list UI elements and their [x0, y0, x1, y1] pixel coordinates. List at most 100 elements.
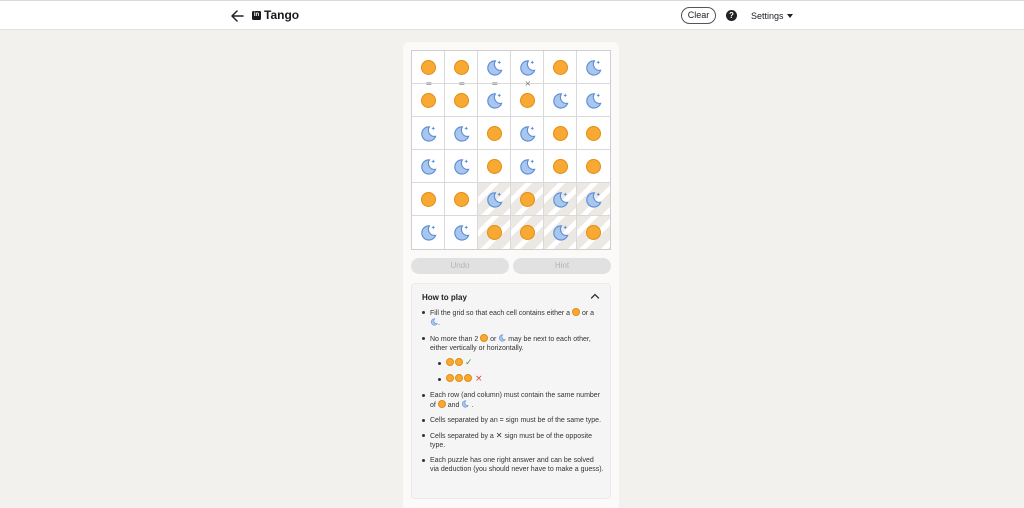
sun-icon [552, 158, 568, 174]
rules-list: Fill the grid so that each cell contains… [422, 308, 604, 480]
rule-unique: Each puzzle has one right answer and can… [422, 456, 604, 474]
moon-icon [499, 334, 507, 342]
moon-icon [584, 58, 603, 77]
grid-cell[interactable] [511, 183, 544, 216]
moon-icon [518, 157, 537, 176]
moon-icon [452, 223, 471, 242]
rule-equal-sign: Cells separated by an = sign must be of … [422, 416, 604, 425]
grid-cell[interactable] [544, 84, 577, 117]
grid-cell[interactable] [412, 117, 445, 150]
settings-menu[interactable]: Settings [751, 11, 793, 21]
moon-icon [584, 190, 603, 209]
sun-icon [519, 225, 535, 240]
undo-button[interactable]: Undo [411, 258, 509, 274]
game-title: Tango [264, 8, 300, 22]
sun-icon [420, 191, 436, 207]
sun-icon [420, 92, 436, 108]
sun-icon [486, 158, 502, 174]
sun-icon [486, 125, 502, 141]
grid-cell[interactable] [544, 183, 577, 216]
moon-icon [518, 58, 537, 77]
grid-cell[interactable] [412, 216, 445, 249]
sun-icon [446, 374, 454, 382]
tango-grid [411, 50, 611, 250]
grid-cell[interactable] [544, 216, 577, 249]
grid-cell[interactable] [577, 51, 610, 84]
grid-cell[interactable] [544, 51, 577, 84]
caret-down-icon [786, 14, 793, 18]
sun-icon [446, 358, 454, 366]
settings-label: Settings [751, 11, 784, 21]
sun-icon [480, 334, 489, 342]
check-icon: ✓ [465, 358, 473, 368]
sun-icon [572, 308, 581, 316]
sun-icon [586, 158, 601, 174]
equal-sign: = [458, 79, 466, 88]
moon-icon [551, 190, 570, 209]
how-to-play-heading: How to play [422, 293, 467, 302]
rule-cross-sign: Cells separated by a ✕ sign must be of t… [422, 431, 604, 450]
moon-icon [462, 400, 470, 408]
sun-icon [519, 191, 535, 207]
moon-icon [452, 124, 471, 143]
grid-cell[interactable] [412, 84, 445, 117]
clear-button[interactable]: Clear [681, 7, 716, 24]
rule-balance: Each row (and column) must contain the s… [422, 391, 604, 410]
grid-cell[interactable] [577, 84, 610, 117]
back-arrow-icon[interactable] [228, 6, 248, 26]
sun-icon [586, 125, 601, 141]
sun-icon [453, 92, 469, 108]
rule-adjacent: No more than 2 or may be next to each ot… [422, 334, 604, 385]
grid-cell[interactable] [577, 117, 610, 150]
moon-icon [551, 91, 570, 110]
grid-cell[interactable] [478, 117, 511, 150]
equal-sign: = [425, 79, 433, 88]
equal-sign: = [491, 79, 499, 88]
grid-cell[interactable] [412, 150, 445, 183]
hint-button[interactable]: Hint [513, 258, 611, 274]
grid-cell[interactable] [511, 216, 544, 249]
sun-icon [453, 191, 469, 207]
top-bar: in Tango Clear ? Settings [0, 0, 1024, 30]
sun-icon [455, 358, 463, 366]
sun-icon [552, 59, 568, 75]
how-to-play-panel: How to play Fill the grid so that each c… [411, 283, 611, 499]
grid-cell[interactable] [445, 183, 478, 216]
grid-cell[interactable] [577, 183, 610, 216]
rule-fill: Fill the grid so that each cell contains… [422, 308, 604, 328]
grid-cell[interactable] [511, 117, 544, 150]
grid-cell[interactable] [511, 150, 544, 183]
grid-cell[interactable] [577, 216, 610, 249]
sun-icon [437, 400, 446, 408]
moon-icon [485, 58, 504, 77]
sun-icon [552, 125, 568, 141]
grid-cell[interactable] [544, 117, 577, 150]
grid-cell[interactable] [412, 183, 445, 216]
grid-cell[interactable] [577, 150, 610, 183]
moon-icon [485, 190, 504, 209]
moon-icon [485, 91, 504, 110]
grid-cell[interactable] [445, 117, 478, 150]
adjacent-examples: ✓ × [430, 358, 604, 385]
grid-cell[interactable] [478, 84, 511, 117]
help-icon[interactable]: ? [726, 10, 737, 21]
grid-cell[interactable] [478, 150, 511, 183]
grid-cell[interactable] [445, 150, 478, 183]
example-invalid: × [438, 374, 604, 385]
grid-cell[interactable] [445, 84, 478, 117]
moon-icon [584, 91, 603, 110]
sun-icon [455, 374, 463, 382]
grid-cell[interactable] [544, 150, 577, 183]
moon-icon [419, 223, 438, 242]
sun-icon [453, 59, 469, 75]
grid-cell[interactable] [478, 216, 511, 249]
grid-cell[interactable] [511, 84, 544, 117]
grid-cell[interactable] [445, 216, 478, 249]
grid-cell[interactable] [478, 183, 511, 216]
chevron-up-icon[interactable] [590, 292, 600, 300]
moon-icon [518, 124, 537, 143]
moon-icon [551, 223, 570, 242]
sun-icon [586, 225, 601, 240]
example-valid: ✓ [438, 358, 604, 369]
sun-icon [519, 92, 535, 108]
